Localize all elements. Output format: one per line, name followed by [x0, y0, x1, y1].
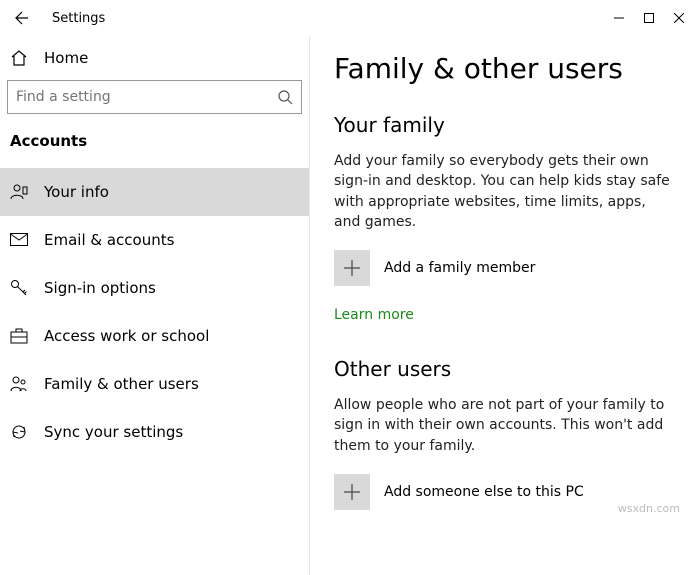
caption-controls: [604, 0, 694, 36]
close-icon: [674, 13, 684, 23]
envelope-icon: [10, 233, 28, 247]
sidebar-item-your-info[interactable]: Your info: [0, 168, 309, 216]
minimize-icon: [614, 13, 624, 23]
your-family-desc: Add your family so everybody gets their …: [334, 151, 670, 232]
search-box[interactable]: [7, 80, 302, 114]
search-icon: [277, 89, 293, 105]
add-other-label: Add someone else to this PC: [384, 484, 584, 500]
watermark: wsxdn.com: [618, 502, 680, 515]
nav-label: Family & other users: [44, 375, 199, 393]
other-users-desc: Allow people who are not part of your fa…: [334, 395, 670, 456]
sidebar-item-email-accounts[interactable]: Email & accounts: [0, 216, 309, 264]
maximize-icon: [644, 13, 654, 23]
nav-label: Access work or school: [44, 327, 209, 345]
home-nav[interactable]: Home: [0, 36, 309, 80]
app-title: Settings: [44, 11, 105, 26]
home-icon: [10, 49, 28, 67]
sync-icon: [10, 423, 28, 441]
nav-label: Sign-in options: [44, 279, 156, 297]
minimize-button[interactable]: [604, 0, 634, 36]
person-icon: [10, 183, 28, 201]
sidebar-item-family-other-users[interactable]: Family & other users: [0, 360, 309, 408]
plus-icon: [334, 250, 370, 286]
nav-label: Email & accounts: [44, 231, 174, 249]
titlebar: Settings: [0, 0, 694, 36]
sidebar-item-signin-options[interactable]: Sign-in options: [0, 264, 309, 312]
your-family-heading: Your family: [334, 113, 670, 137]
other-users-heading: Other users: [334, 357, 670, 381]
close-button[interactable]: [664, 0, 694, 36]
category-title: Accounts: [0, 132, 309, 168]
page-title: Family & other users: [334, 52, 670, 85]
add-family-label: Add a family member: [384, 260, 535, 276]
main-panel: Family & other users Your family Add you…: [310, 36, 694, 575]
nav-label: Your info: [44, 183, 109, 201]
content-area: Home Accounts Your info Email & accounts: [0, 36, 694, 575]
plus-icon: [334, 474, 370, 510]
people-icon: [10, 376, 28, 392]
search-input[interactable]: [16, 89, 277, 105]
maximize-button[interactable]: [634, 0, 664, 36]
back-arrow-icon: [14, 10, 30, 26]
add-family-member-button[interactable]: Add a family member: [334, 250, 670, 286]
sidebar-item-sync-settings[interactable]: Sync your settings: [0, 408, 309, 456]
search-container: [0, 80, 309, 132]
key-icon: [10, 279, 28, 297]
briefcase-icon: [10, 328, 28, 344]
back-button[interactable]: [0, 0, 44, 36]
learn-more-link[interactable]: Learn more: [334, 307, 414, 323]
sidebar: Home Accounts Your info Email & accounts: [0, 36, 310, 575]
home-label: Home: [44, 49, 88, 67]
nav-label: Sync your settings: [44, 423, 183, 441]
sidebar-item-access-work-school[interactable]: Access work or school: [0, 312, 309, 360]
